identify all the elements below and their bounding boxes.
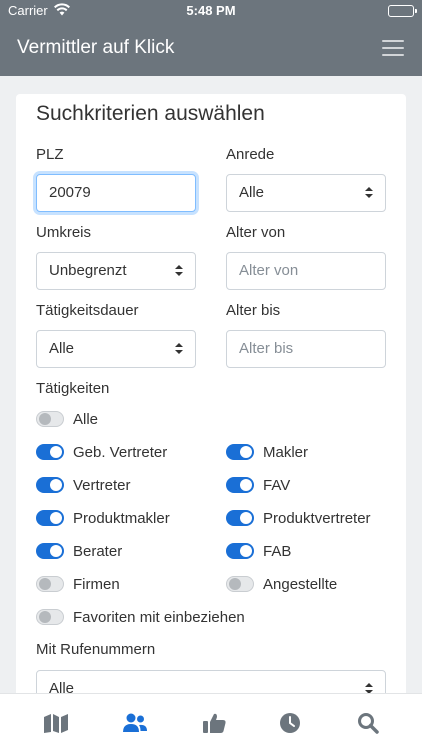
rufnummern-label: Mit Rufenummern	[36, 641, 156, 658]
toggle-switch[interactable]	[36, 411, 64, 427]
app-title[interactable]: Vermittler auf Klick	[17, 37, 174, 59]
toggle-switch[interactable]	[226, 477, 254, 493]
status-bar: Carrier 5:48 PM	[0, 0, 422, 22]
select-caret-icon	[175, 265, 183, 277]
tab-bar	[0, 693, 422, 750]
clock-time: 5:48 PM	[186, 3, 236, 18]
toggle-label: Angestellte	[263, 575, 338, 593]
search-criteria-card: Suchkriterien auswählen PLZ 20079 Anrede…	[16, 94, 406, 734]
toggle-vertreter[interactable]: Vertreter	[36, 475, 131, 495]
toggle-switch[interactable]	[36, 543, 64, 559]
toggle-label: FAV	[263, 476, 291, 494]
users-icon[interactable]	[122, 712, 148, 734]
toggle-label: Geb. Vertreter	[73, 443, 168, 461]
umkreis-select[interactable]: Unbegrenzt	[36, 252, 196, 290]
navbar: Vermittler auf Klick	[0, 22, 422, 76]
toggle-switch[interactable]	[226, 576, 254, 592]
toggle-angestellte[interactable]: Angestellte	[226, 574, 337, 594]
toggle-switch[interactable]	[36, 444, 64, 460]
toggle-label: Firmen	[73, 575, 120, 593]
toggle-alle[interactable]: Alle	[36, 409, 98, 429]
anrede-label: Anrede	[226, 146, 275, 163]
select-caret-icon	[175, 343, 183, 355]
toggle-switch[interactable]	[36, 609, 64, 625]
toggle-favoriten[interactable]: Favoriten mit einbeziehen	[36, 607, 245, 627]
taetigkeitsdauer-label: Tätigkeitsdauer	[36, 302, 139, 319]
toggle-label: Produktvertreter	[263, 509, 371, 527]
toggle-switch[interactable]	[226, 444, 254, 460]
thumbs-up-icon[interactable]	[202, 712, 228, 734]
card-title: Suchkriterien auswählen	[36, 102, 265, 125]
toggle-label: Berater	[73, 542, 123, 560]
toggle-switch[interactable]	[226, 543, 254, 559]
toggle-label: Favoriten mit einbeziehen	[73, 608, 245, 626]
taetigkeiten-label: Tätigkeiten	[36, 380, 110, 397]
menu-icon[interactable]	[382, 40, 404, 58]
map-icon[interactable]	[43, 712, 69, 734]
taetigkeitsdauer-select[interactable]: Alle	[36, 330, 196, 368]
plz-value: 20079	[49, 184, 91, 201]
toggle-produktmakler[interactable]: Produktmakler	[36, 508, 170, 528]
search-icon[interactable]	[355, 712, 381, 734]
alter-von-placeholder: Alter von	[239, 262, 299, 279]
toggle-label: Alle	[73, 410, 99, 428]
clock-icon[interactable]	[277, 712, 303, 734]
plz-input[interactable]: 20079	[36, 174, 196, 212]
toggle-produktvertreter[interactable]: Produktvertreter	[226, 508, 371, 528]
toggle-firmen[interactable]: Firmen	[36, 574, 120, 594]
alter-bis-placeholder: Alter bis	[239, 340, 294, 357]
umkreis-value: Unbegrenzt	[49, 262, 127, 279]
toggle-fab[interactable]: FAB	[226, 541, 291, 561]
toggle-makler[interactable]: Makler	[226, 442, 308, 462]
plz-label: PLZ	[36, 146, 64, 163]
anrede-value: Alle	[239, 184, 265, 201]
alter-bis-input[interactable]: Alter bis	[226, 330, 386, 368]
select-caret-icon	[365, 187, 373, 199]
alter-bis-label: Alter bis	[226, 302, 281, 319]
battery-icon	[388, 5, 417, 17]
toggle-label: FAB	[263, 542, 292, 560]
toggle-geb-vertreter[interactable]: Geb. Vertreter	[36, 442, 167, 462]
toggle-label: Vertreter	[73, 476, 131, 494]
toggle-switch[interactable]	[226, 510, 254, 526]
toggle-label: Produktmakler	[73, 509, 170, 527]
anrede-select[interactable]: Alle	[226, 174, 386, 212]
toggle-label: Makler	[263, 443, 309, 461]
taetigkeitsdauer-value: Alle	[49, 340, 75, 357]
umkreis-label: Umkreis	[36, 224, 91, 241]
alter-von-input[interactable]: Alter von	[226, 252, 386, 290]
toggle-switch[interactable]	[36, 576, 64, 592]
toggle-switch[interactable]	[36, 510, 64, 526]
alter-von-label: Alter von	[226, 224, 286, 241]
toggle-berater[interactable]: Berater	[36, 541, 122, 561]
toggle-switch[interactable]	[36, 477, 64, 493]
toggle-fav[interactable]: FAV	[226, 475, 290, 495]
